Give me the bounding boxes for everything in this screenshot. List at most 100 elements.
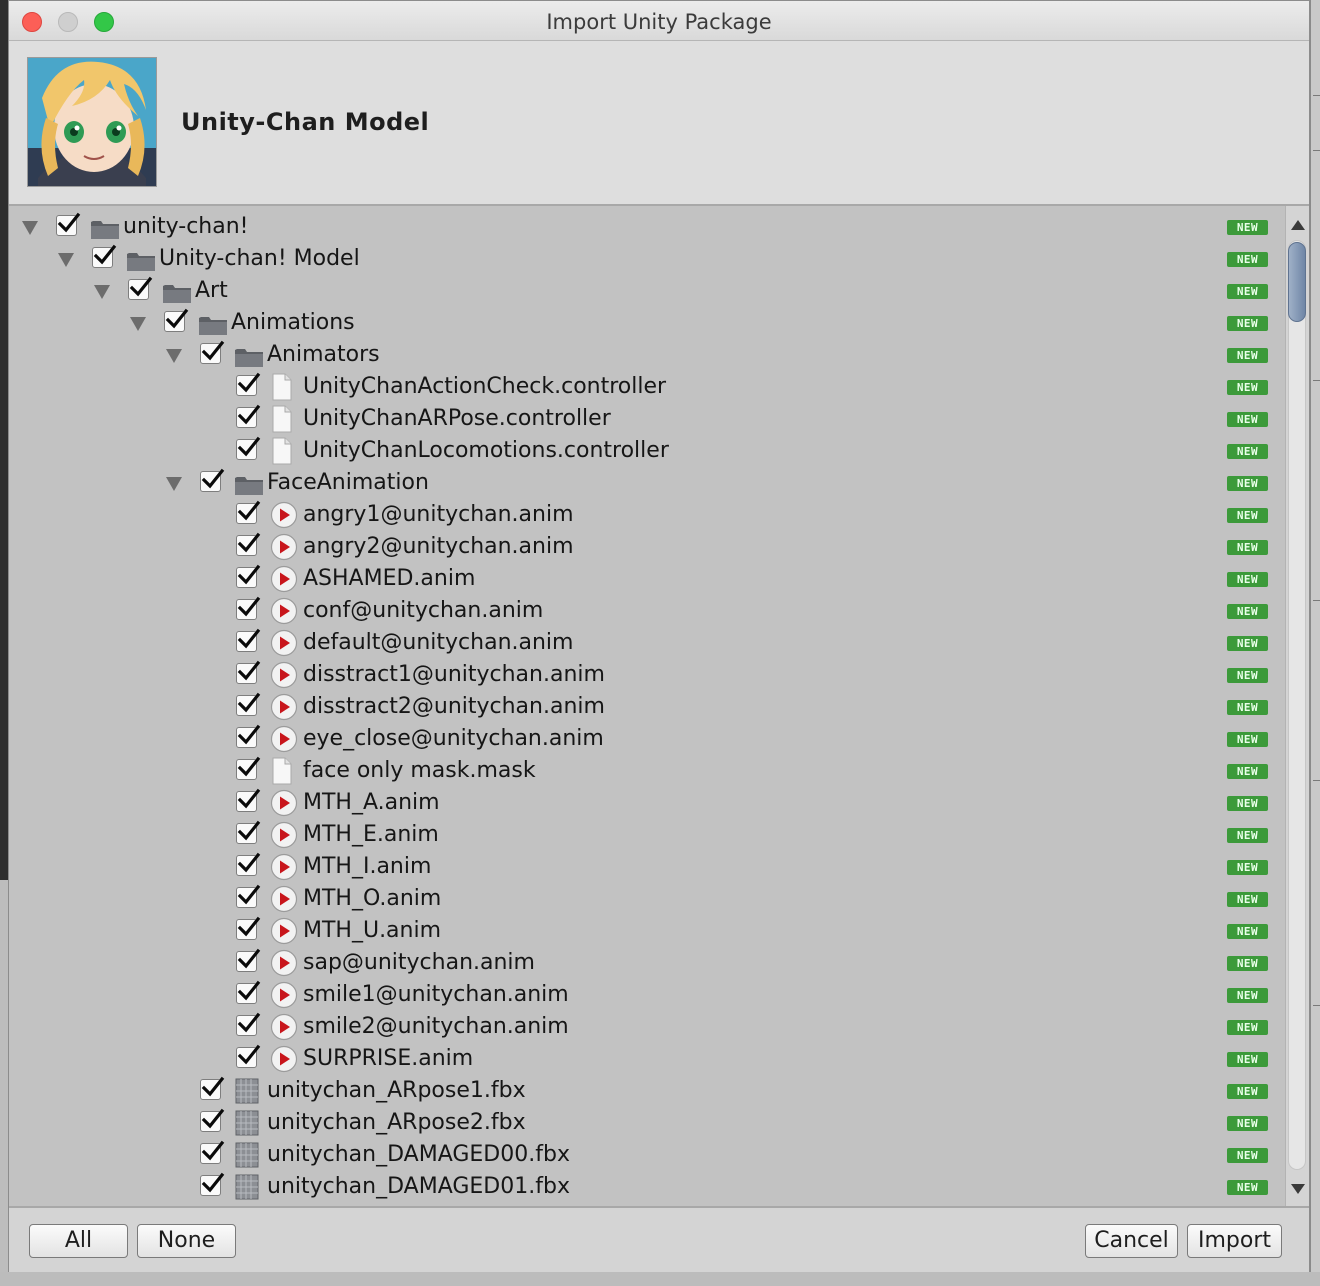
- tree-row[interactable]: angry1@unitychan.anim NEW: [9, 499, 1285, 531]
- include-checkbox[interactable]: [164, 308, 189, 332]
- expand-arrow-icon[interactable]: [166, 349, 182, 363]
- tree-row[interactable]: MTH_O.anim NEW: [9, 883, 1285, 915]
- tree-row[interactable]: Art NEW: [9, 275, 1285, 307]
- tree-scrollbar[interactable]: [1285, 206, 1309, 1206]
- animation-icon: [270, 949, 298, 981]
- import-button[interactable]: Import: [1187, 1224, 1282, 1258]
- include-checkbox[interactable]: [92, 244, 117, 268]
- tree-item-label: sap@unitychan.anim: [303, 950, 535, 975]
- tree-row[interactable]: unitychan_DAMAGED01.fbx NEW: [9, 1171, 1285, 1203]
- include-checkbox[interactable]: [236, 724, 261, 748]
- tree-row[interactable]: MTH_I.anim NEW: [9, 851, 1285, 883]
- expand-arrow-icon[interactable]: [94, 285, 110, 299]
- new-badge: NEW: [1227, 764, 1268, 779]
- include-checkbox[interactable]: [236, 820, 261, 844]
- include-checkbox[interactable]: [236, 788, 261, 812]
- include-checkbox[interactable]: [236, 852, 261, 876]
- tree-row[interactable]: SURPRISE.anim NEW: [9, 1043, 1285, 1075]
- tree-row[interactable]: unitychan_DAMAGED00.fbx NEW: [9, 1139, 1285, 1171]
- tree-item-label: Art: [195, 278, 228, 303]
- include-checkbox[interactable]: [200, 468, 225, 492]
- folder-icon: [198, 313, 228, 341]
- tree-row[interactable]: face only mask.mask NEW: [9, 755, 1285, 787]
- cancel-button[interactable]: Cancel: [1085, 1224, 1178, 1258]
- tree-row[interactable]: angry2@unitychan.anim NEW: [9, 531, 1285, 563]
- folder-icon: [162, 281, 192, 309]
- expand-arrow-icon[interactable]: [22, 221, 38, 235]
- new-badge: NEW: [1227, 572, 1268, 587]
- expand-arrow-icon[interactable]: [58, 253, 74, 267]
- tree-row[interactable]: Animations NEW: [9, 307, 1285, 339]
- expand-arrow-icon[interactable]: [166, 477, 182, 491]
- include-checkbox[interactable]: [236, 404, 261, 428]
- include-checkbox[interactable]: [200, 1076, 225, 1100]
- tree-row[interactable]: unity-chan! NEW: [9, 211, 1285, 243]
- new-badge: NEW: [1227, 284, 1268, 299]
- tree-row[interactable]: eye_close@unitychan.anim NEW: [9, 723, 1285, 755]
- tree-row[interactable]: Unity-chan! Model NEW: [9, 243, 1285, 275]
- tree-row[interactable]: UnityChanLocomotions.controller NEW: [9, 435, 1285, 467]
- tree-item-label: unitychan_DAMAGED01.fbx: [267, 1174, 570, 1199]
- tree-item-label: Animations: [231, 310, 355, 335]
- model-icon: [234, 1110, 260, 1141]
- folder-icon: [234, 345, 264, 373]
- scroll-thumb[interactable]: [1288, 242, 1306, 322]
- new-badge: NEW: [1227, 1052, 1268, 1067]
- folder-icon: [90, 217, 120, 245]
- tree-row[interactable]: smile2@unitychan.anim NEW: [9, 1011, 1285, 1043]
- include-checkbox[interactable]: [236, 948, 261, 972]
- include-checkbox[interactable]: [200, 1172, 225, 1196]
- tree-row[interactable]: MTH_U.anim NEW: [9, 915, 1285, 947]
- model-icon: [234, 1174, 260, 1205]
- include-checkbox[interactable]: [236, 596, 261, 620]
- include-checkbox[interactable]: [200, 1140, 225, 1164]
- include-checkbox[interactable]: [236, 1044, 261, 1068]
- tree-row[interactable]: disstract2@unitychan.anim NEW: [9, 691, 1285, 723]
- new-badge: NEW: [1227, 1116, 1268, 1131]
- tree-row[interactable]: conf@unitychan.anim NEW: [9, 595, 1285, 627]
- select-none-button[interactable]: None: [137, 1224, 236, 1258]
- include-checkbox[interactable]: [236, 532, 261, 556]
- include-checkbox[interactable]: [236, 1012, 261, 1036]
- expand-arrow-icon[interactable]: [130, 317, 146, 331]
- tree-row[interactable]: FaceAnimation NEW: [9, 467, 1285, 499]
- include-checkbox[interactable]: [236, 756, 261, 780]
- tree-row[interactable]: MTH_E.anim NEW: [9, 819, 1285, 851]
- tree-row[interactable]: ASHAMED.anim NEW: [9, 563, 1285, 595]
- include-checkbox[interactable]: [236, 884, 261, 908]
- include-checkbox[interactable]: [236, 980, 261, 1004]
- tree-row[interactable]: disstract1@unitychan.anim NEW: [9, 659, 1285, 691]
- tree-row[interactable]: sap@unitychan.anim NEW: [9, 947, 1285, 979]
- new-badge: NEW: [1227, 476, 1268, 491]
- tree-row[interactable]: smile1@unitychan.anim NEW: [9, 979, 1285, 1011]
- tree-row[interactable]: default@unitychan.anim NEW: [9, 627, 1285, 659]
- include-checkbox[interactable]: [200, 340, 225, 364]
- tree-row[interactable]: UnityChanARPose.controller NEW: [9, 403, 1285, 435]
- scroll-up-arrow-icon[interactable]: [1291, 220, 1305, 230]
- include-checkbox[interactable]: [236, 660, 261, 684]
- tree-item-label: Unity-chan! Model: [159, 246, 360, 271]
- include-checkbox[interactable]: [236, 628, 261, 652]
- tree-row[interactable]: unitychan_ARpose2.fbx NEW: [9, 1107, 1285, 1139]
- scroll-track[interactable]: [1288, 240, 1306, 1170]
- include-checkbox[interactable]: [56, 212, 81, 236]
- package-contents-tree[interactable]: unity-chan! NEW Unity-chan! Model NEW Art NEW…: [9, 206, 1285, 1206]
- include-checkbox[interactable]: [236, 916, 261, 940]
- scroll-down-arrow-icon[interactable]: [1291, 1184, 1305, 1194]
- include-checkbox[interactable]: [236, 500, 261, 524]
- tree-row[interactable]: UnityChanActionCheck.controller NEW: [9, 371, 1285, 403]
- new-badge: NEW: [1227, 316, 1268, 331]
- tree-row[interactable]: Animators NEW: [9, 339, 1285, 371]
- include-checkbox[interactable]: [236, 564, 261, 588]
- include-checkbox[interactable]: [236, 372, 261, 396]
- include-checkbox[interactable]: [236, 692, 261, 716]
- tree-row[interactable]: unitychan_ARpose1.fbx NEW: [9, 1075, 1285, 1107]
- include-checkbox[interactable]: [128, 276, 153, 300]
- tree-item-label: conf@unitychan.anim: [303, 598, 544, 623]
- tree-row[interactable]: MTH_A.anim NEW: [9, 787, 1285, 819]
- include-checkbox[interactable]: [200, 1108, 225, 1132]
- include-checkbox[interactable]: [236, 436, 261, 460]
- new-badge: NEW: [1227, 924, 1268, 939]
- animation-icon: [270, 565, 298, 597]
- select-all-button[interactable]: All: [29, 1224, 128, 1258]
